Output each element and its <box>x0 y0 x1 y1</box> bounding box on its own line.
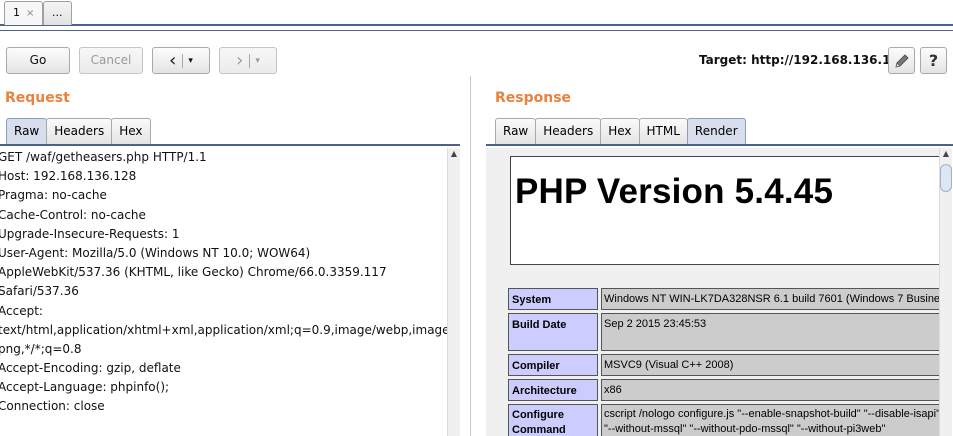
php-info-key: Configure Command <box>508 404 598 436</box>
request-tabs: Raw Headers Hex <box>6 118 151 144</box>
response-tabs: Raw Headers Hex HTML Render <box>495 118 746 144</box>
request-title: Request <box>5 90 70 106</box>
cancel-button[interactable]: Cancel <box>79 47 143 74</box>
tab-request-raw[interactable]: Raw <box>6 118 48 144</box>
pane-divider[interactable] <box>470 76 471 436</box>
request-line: Accept-Encoding: gzip, deflate <box>0 361 181 376</box>
response-title: Response <box>495 90 572 106</box>
close-icon[interactable]: × <box>26 8 34 19</box>
request-line: Cache-Control: no-cache <box>0 207 146 222</box>
request-line: Upgrade-Insecure-Requests: 1 <box>0 226 180 241</box>
pencil-icon <box>894 53 909 68</box>
request-line: Accept: <box>0 303 43 318</box>
help-button[interactable]: ? <box>920 47 947 74</box>
request-line: AppleWebKit/537.36 (KHTML, like Gecko) C… <box>0 265 387 280</box>
tab-response-render[interactable]: Render <box>686 118 746 144</box>
target-label: Target: http://192.168.136.128 <box>699 53 908 67</box>
php-info-row: Build Date Sep 2 2015 23:45:53 <box>508 313 939 351</box>
request-scrollbar[interactable]: ▲ <box>447 148 460 436</box>
php-info-row: System Windows NT WIN-LK7DA328NSR 6.1 bu… <box>508 288 939 310</box>
request-line: Host: 192.168.136.128 <box>0 169 137 184</box>
php-info-row: Configure Command cscript /nologo config… <box>508 404 939 436</box>
request-line: Safari/537.36 <box>0 284 79 299</box>
go-button[interactable]: Go <box>6 47 70 74</box>
back-dropdown-icon[interactable]: ▾ <box>182 53 193 68</box>
edit-target-button[interactable] <box>888 47 915 74</box>
forward-dropdown-icon[interactable]: ▾ <box>249 53 260 68</box>
request-line: Accept-Language: phpinfo(); <box>0 380 170 395</box>
php-info-value: x86 <box>601 379 939 401</box>
php-info-key: Build Date <box>508 313 598 351</box>
php-info-value-line: "--without-mssql" "--without-pdo-mssql" … <box>604 423 886 435</box>
tab-more[interactable]: ... <box>43 1 72 25</box>
php-info-key: Compiler <box>508 354 598 376</box>
php-info-row: Compiler MSVC9 (Visual C++ 2008) <box>508 354 939 376</box>
php-info-value: MSVC9 (Visual C++ 2008) <box>601 354 939 376</box>
tab-more-label: ... <box>52 6 63 19</box>
php-info-key: Architecture <box>508 379 598 401</box>
tab-request-headers[interactable]: Headers <box>46 118 113 144</box>
scroll-up-icon[interactable]: ▲ <box>940 148 952 160</box>
scroll-thumb[interactable] <box>940 164 952 192</box>
request-line: Connection: close <box>0 399 105 414</box>
forward-button[interactable]: › ▾ <box>219 47 277 74</box>
tab-1[interactable]: 1 × <box>4 1 44 25</box>
request-line: Pragma: no-cache <box>0 188 107 203</box>
php-info-value: Sep 2 2015 23:45:53 <box>601 313 939 351</box>
tab-strip <box>0 0 953 26</box>
request-line: GET /waf/getheasers.php HTTP/1.1 <box>0 150 207 164</box>
tab-request-hex[interactable]: Hex <box>111 118 151 144</box>
tab-underline <box>0 30 953 31</box>
back-button[interactable]: ‹ ▾ <box>152 47 210 74</box>
php-info-row: Architecture x86 <box>508 379 939 401</box>
php-info-key: System <box>508 288 598 310</box>
request-line: text/html,application/xhtml+xml,applicat… <box>0 322 447 337</box>
request-line: User-Agent: Mozilla/5.0 (Windows NT 10.0… <box>0 245 311 260</box>
chevron-right-icon: › <box>236 49 244 71</box>
php-info-value: Windows NT WIN-LK7DA328NSR 6.1 build 760… <box>601 288 939 310</box>
request-editor[interactable]: GET /waf/getheasers.php HTTP/1.1 Host: 1… <box>0 148 447 436</box>
response-tabs-underline <box>486 144 953 146</box>
chevron-left-icon: ‹ <box>169 49 177 71</box>
tab-response-html[interactable]: HTML <box>638 118 688 144</box>
php-info-value: cscript /nologo configure.js "--enable-s… <box>601 404 939 436</box>
scroll-up-icon[interactable]: ▲ <box>448 148 460 160</box>
tab-response-raw[interactable]: Raw <box>495 118 537 144</box>
php-version-title: PHP Version 5.4.45 <box>515 172 834 211</box>
request-tabs-underline <box>0 144 460 146</box>
response-render-view: PHP Version 5.4.45 System Windows NT WIN… <box>486 148 939 436</box>
tab-1-label: 1 <box>13 6 20 19</box>
request-line: png,*/*;q=0.8 <box>0 341 82 356</box>
response-scrollbar[interactable]: ▲ <box>939 148 952 436</box>
php-info-value-line: cscript /nologo configure.js "--enable-s… <box>604 408 939 420</box>
tab-response-hex[interactable]: Hex <box>600 118 640 144</box>
tab-response-headers[interactable]: Headers <box>535 118 602 144</box>
php-version-header: PHP Version 5.4.45 <box>510 156 939 265</box>
